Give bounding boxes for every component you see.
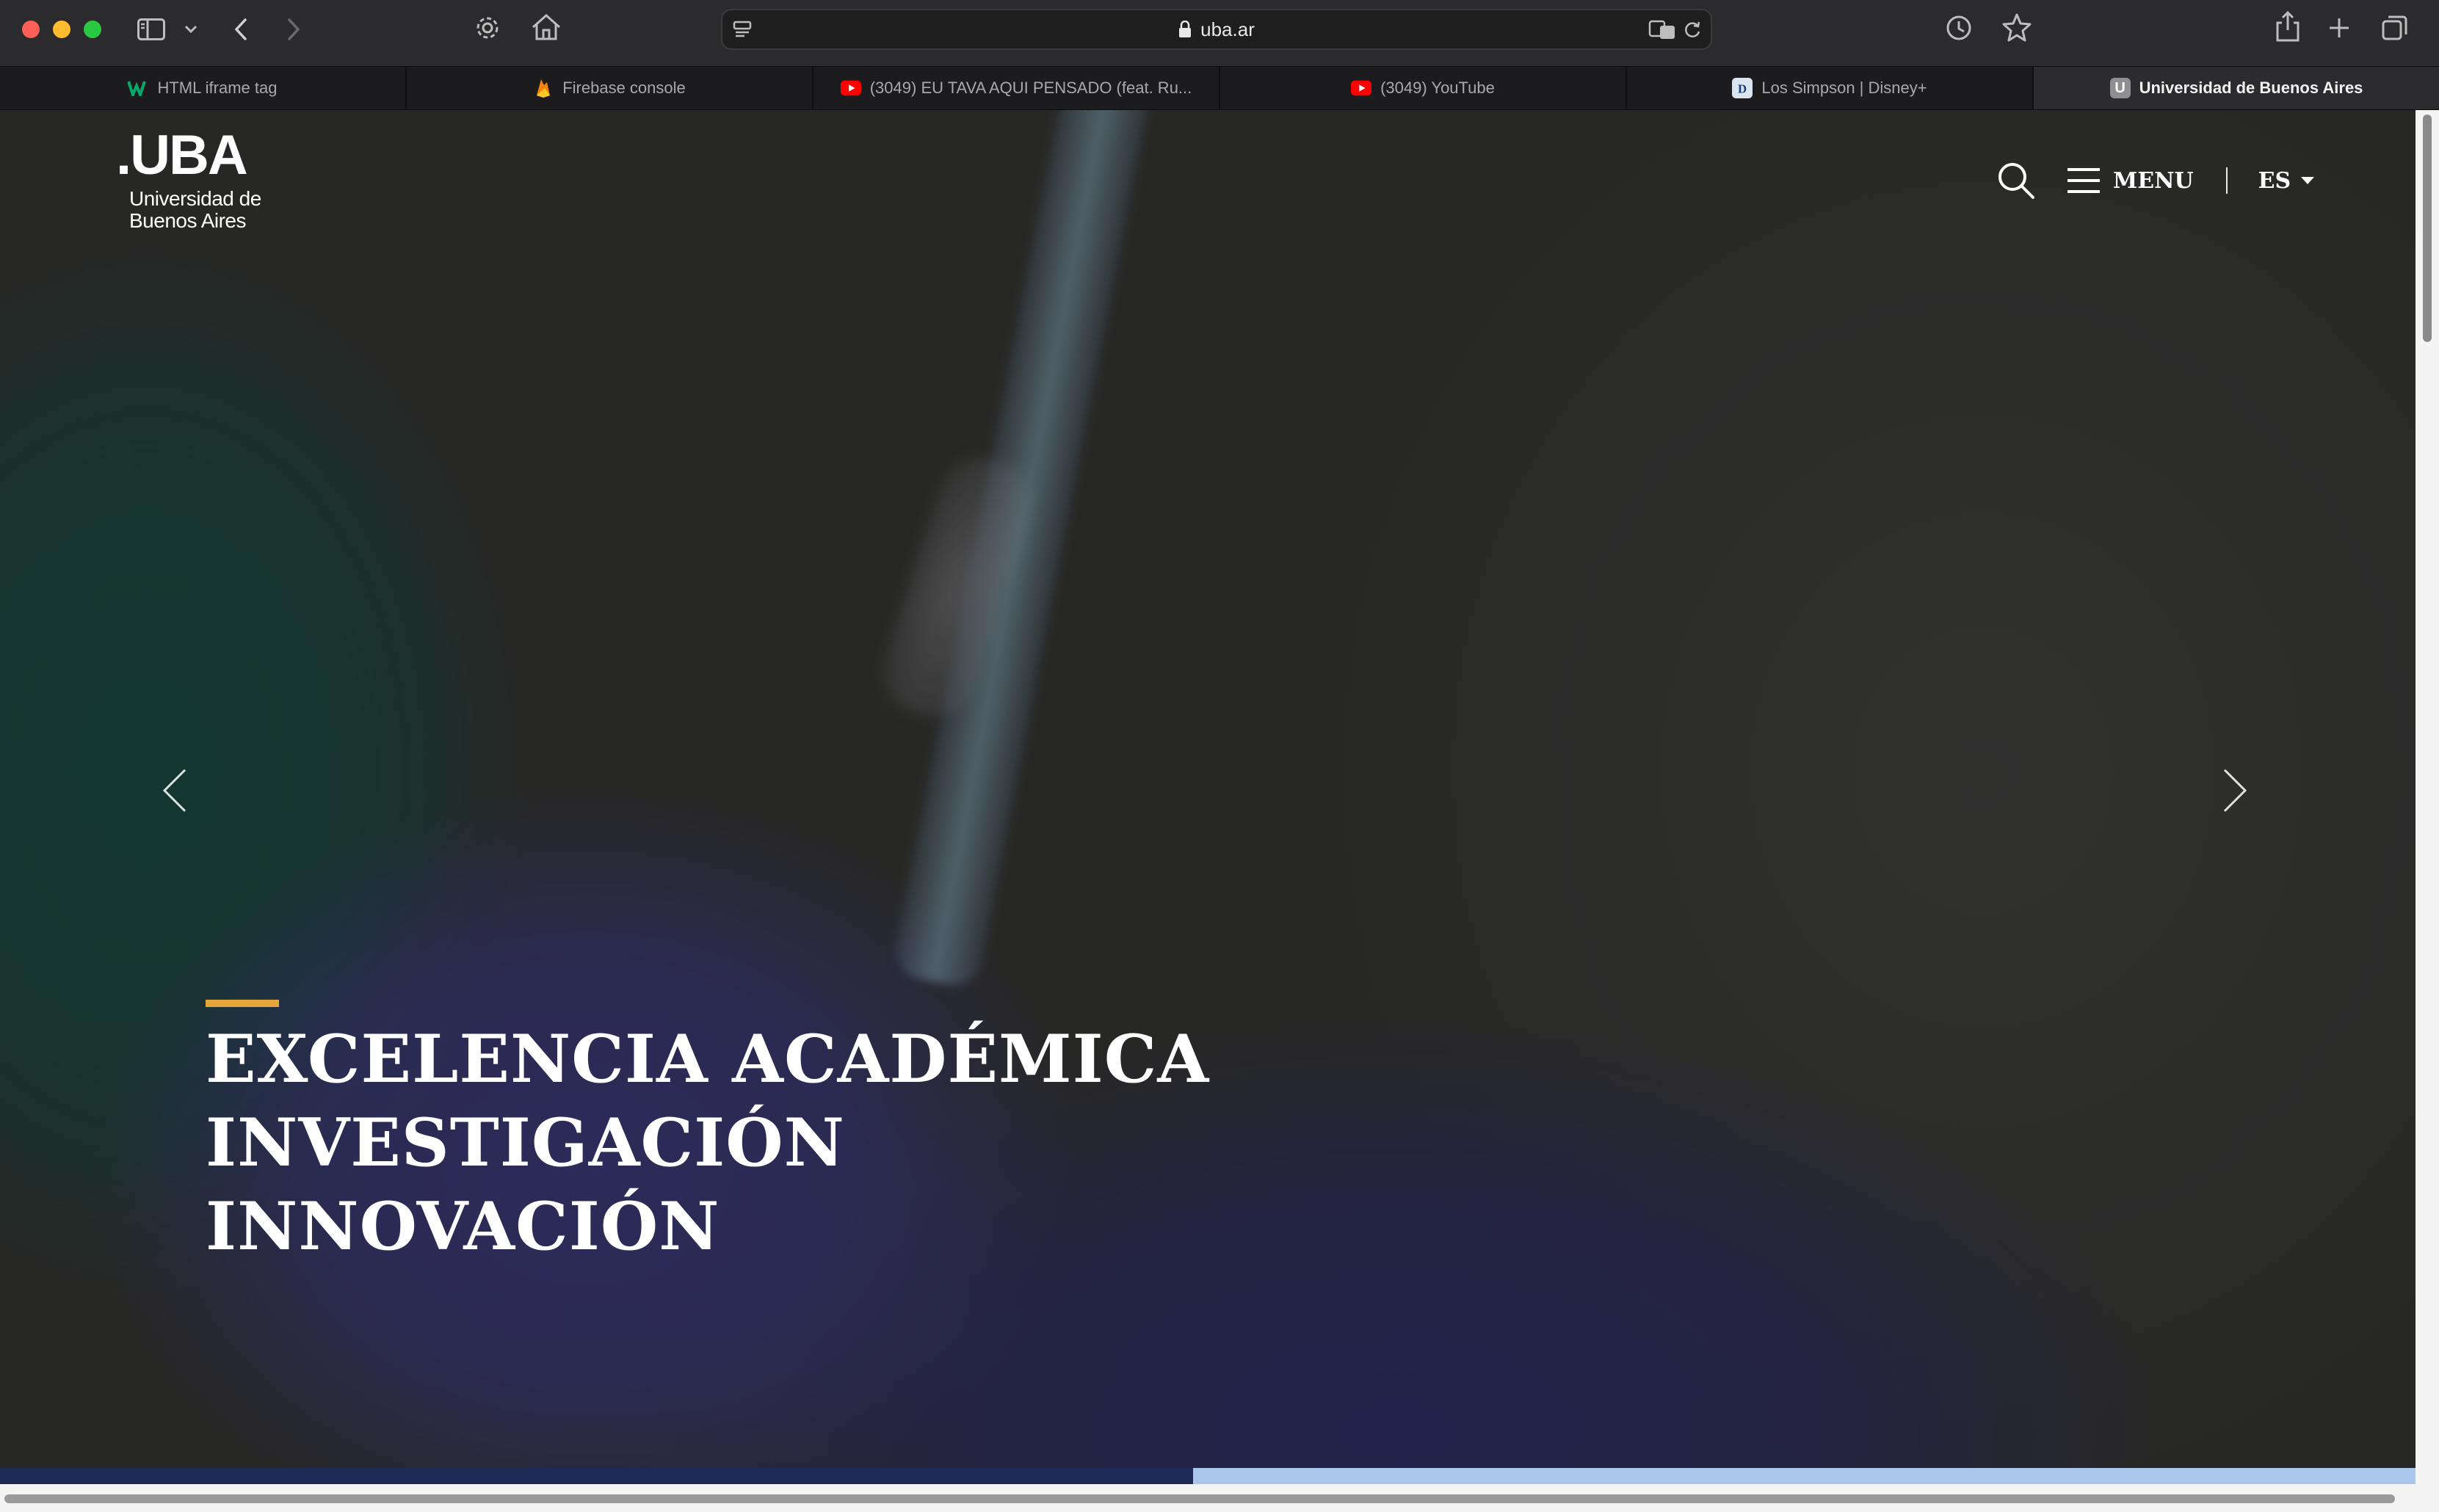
hero-accent-bar [206, 1000, 279, 1007]
disney-plus-icon: D [1732, 78, 1753, 98]
minimize-window-button[interactable] [53, 21, 70, 38]
close-window-button[interactable] [22, 21, 40, 38]
carousel-progress-fill [0, 1468, 1194, 1484]
reload-icon[interactable] [1681, 19, 1703, 41]
tab-label: Los Simpson | Disney+ [1761, 79, 1927, 97]
gear-icon[interactable] [473, 13, 502, 43]
forward-arrow-icon[interactable] [283, 15, 304, 44]
hero-line-investigacion: INVESTIGACIÓN [206, 1104, 845, 1182]
tab-overview-icon[interactable] [2380, 13, 2410, 43]
hero-line-excelencia: EXCELENCIA ACADÉMICA [206, 1020, 1210, 1098]
page-viewport: .UBA Universidad de Buenos Aires MENU ES [0, 110, 2439, 1512]
w3schools-icon [128, 78, 148, 98]
zoom-window-button[interactable] [84, 21, 101, 38]
youtube-icon [1351, 78, 1372, 98]
uba-favicon-letter: U [2114, 79, 2125, 96]
language-selector[interactable]: ES [2258, 168, 2315, 194]
uba-favicon: U [2109, 78, 2131, 98]
history-clock-icon[interactable] [1944, 13, 1974, 43]
hero-slide-image: .UBA Universidad de Buenos Aires MENU ES [0, 110, 2416, 1468]
url-text: uba.ar [722, 10, 1711, 48]
carousel-prev-arrow-icon[interactable] [162, 767, 188, 818]
browser-toolbar: uba.ar [0, 0, 2439, 66]
carousel-next-arrow-icon[interactable] [2222, 767, 2248, 818]
tab-uba[interactable]: U Universidad de Buenos Aires [2034, 67, 2439, 109]
tab-label: (3049) EU TAVA AQUI PENSADO (feat. Ru... [869, 79, 1192, 97]
tab-label: HTML iframe tag [157, 79, 278, 97]
logo-subtitle-line1: Universidad de [129, 187, 261, 210]
horizontal-scrollbar[interactable] [0, 1484, 2439, 1512]
logo-mark: .UBA [116, 124, 248, 186]
bookmark-star-icon[interactable] [2001, 12, 2032, 43]
language-label: ES [2258, 167, 2291, 194]
youtube-icon [840, 78, 861, 98]
caret-down-icon [2301, 177, 2315, 184]
lock-icon [1178, 21, 1192, 38]
home-icon[interactable] [530, 12, 562, 43]
url-label: uba.ar [1200, 18, 1255, 40]
menu-button[interactable]: MENU [2066, 166, 2194, 195]
tab-label: (3049) YouTube [1380, 79, 1495, 97]
chevron-down-icon[interactable] [182, 22, 200, 37]
svg-text:D: D [1738, 82, 1747, 96]
share-icon[interactable] [2273, 10, 2302, 43]
tab-label: Firebase console [562, 79, 686, 97]
vertical-scrollbar-thumb[interactable] [2423, 115, 2432, 342]
hamburger-icon [2066, 166, 2101, 195]
vertical-scrollbar[interactable] [2416, 110, 2439, 1484]
tab-strip: HTML iframe tag Firebase console (3049) … [0, 66, 2439, 110]
address-bar[interactable]: uba.ar [721, 9, 1712, 50]
back-arrow-icon[interactable] [231, 15, 251, 44]
search-icon[interactable] [1997, 161, 2035, 200]
hero-line-innovacion: INNOVACIÓN [206, 1188, 720, 1265]
logo-subtitle-line2: Buenos Aires [129, 209, 246, 232]
nav-divider [2225, 167, 2228, 194]
menu-label: MENU [2113, 167, 2194, 194]
horizontal-scrollbar-thumb[interactable] [4, 1494, 2395, 1503]
tab-firebase[interactable]: Firebase console [407, 67, 813, 109]
firebase-icon [533, 78, 554, 98]
tab-label: Universidad de Buenos Aires [2139, 79, 2363, 97]
translate-icon[interactable] [1648, 19, 1677, 41]
site-nav: MENU ES [1997, 161, 2315, 200]
carousel-progress-track [0, 1468, 2416, 1484]
sidebar-toggle-icon[interactable] [137, 16, 166, 43]
uba-logo[interactable]: .UBA Universidad de Buenos Aires [116, 128, 261, 232]
hero-headline: EXCELENCIA ACADÉMICA INVESTIGACIÓN INNOV… [206, 1017, 1209, 1268]
tab-disney-plus[interactable]: D Los Simpson | Disney+ [1627, 67, 2034, 109]
tab-youtube[interactable]: (3049) YouTube [1220, 67, 1627, 109]
new-tab-plus-icon[interactable] [2326, 15, 2352, 41]
tab-youtube-song[interactable]: (3049) EU TAVA AQUI PENSADO (feat. Ru... [813, 67, 1220, 109]
tab-html-iframe[interactable]: HTML iframe tag [0, 67, 407, 109]
